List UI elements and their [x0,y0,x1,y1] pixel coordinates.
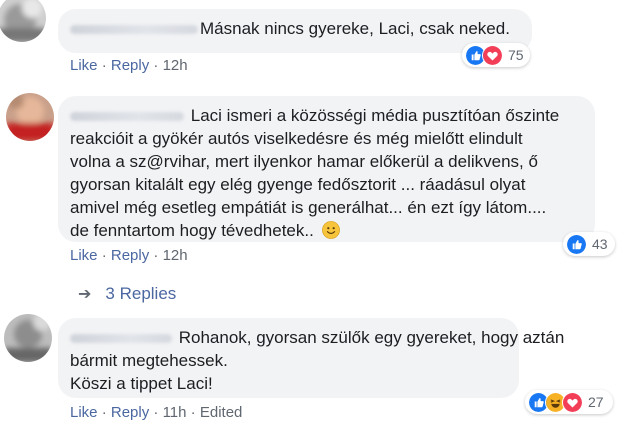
like-button[interactable]: Like [70,57,98,74]
commenter-name[interactable] [70,25,198,35]
timestamp[interactable]: 12h [163,247,188,264]
comment-text-line: de fenntartom hogy tévedhetek.. [70,221,314,240]
reaction-count: 75 [508,47,524,63]
reaction-summary[interactable]: 43 [563,232,615,256]
reaction-count: 43 [592,236,608,252]
reply-arrow-icon: ➔ [78,286,92,303]
comment-actions: Like · Reply · 12h [70,247,188,264]
comment-text-line: reakcióit a gyökér autós viselkedésre és… [70,129,523,148]
smile-emoji [321,221,340,239]
view-replies-link[interactable]: ➔ 3 Replies [78,284,176,304]
comment-text-line: amivel még esetleg empátiát is generálha… [70,198,547,217]
comment-text-line: gyorsan kitalált egy elég gyenge fedőszt… [70,175,526,194]
reply-button[interactable]: Reply [111,57,149,74]
like-button[interactable]: Like [70,404,98,421]
comment-actions: Like · Reply · 12h [70,57,188,74]
like-button[interactable]: Like [70,247,98,264]
comment-bubble: Másnak nincs gyereke, Laci, csak neked. [58,9,532,53]
commenter-name[interactable] [70,112,184,122]
avatar[interactable] [0,0,46,42]
reaction-summary[interactable]: 27 [525,390,613,414]
reply-button[interactable]: Reply [111,247,149,264]
commenter-name[interactable] [70,334,172,344]
comment-bubble: Rohanok, gyorsan szülők egy gyereket, ho… [58,318,564,398]
comment-bubble: Laci ismeri a közösségi média pusztítóan… [58,96,595,242]
comment-text-line: bármit megtehessek. [70,351,228,370]
timestamp[interactable]: 12h [163,57,188,74]
love-icon [482,44,503,66]
timestamp[interactable]: 11h [163,404,187,421]
avatar[interactable] [6,93,54,141]
comment-text: Másnak nincs gyereke, Laci, csak neked. [200,19,510,38]
comment-text-line: Laci ismeri a közösségi média pusztítóan… [190,106,560,125]
avatar[interactable] [4,314,52,362]
comment-actions: Like · Reply · 11h · Edited [70,404,243,421]
reaction-count: 27 [588,394,604,410]
comment-text-line: volna a sz@rvihar, mert ilyenkor hamar e… [70,152,538,171]
edited-label[interactable]: Edited [200,404,243,421]
reaction-summary[interactable]: 75 [462,43,530,67]
replies-label: 3 Replies [105,284,177,303]
like-icon [566,233,587,255]
comment-text-line: Rohanok, gyorsan szülők egy gyereket, ho… [178,328,565,347]
reply-button[interactable]: Reply [111,404,149,421]
comment-text-line: Köszi a tippet Laci! [70,374,213,393]
love-icon [562,391,583,413]
